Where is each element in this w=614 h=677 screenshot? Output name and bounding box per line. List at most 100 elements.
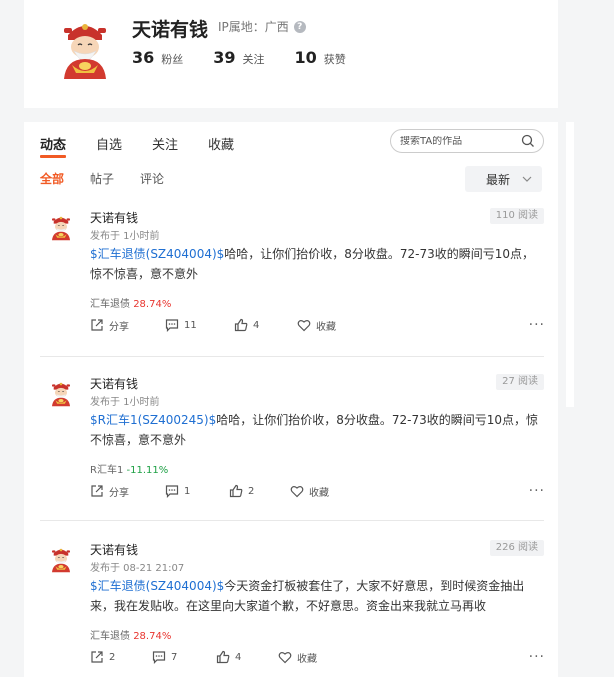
view-count-badge: 110 阅读: [489, 208, 544, 224]
tab-activity[interactable]: 动态: [40, 122, 67, 158]
ip-location-text: IP属地：广西: [218, 20, 289, 34]
post-actions: 分享 1 2 收藏 ···: [90, 482, 545, 500]
subtab-posts[interactable]: 帖子: [90, 170, 114, 187]
stock-tag-name: 汇车退债: [90, 299, 130, 310]
share-label: 分享: [109, 487, 129, 499]
comment-count: 11: [184, 319, 197, 331]
avatar[interactable]: [46, 212, 76, 242]
divider: [40, 520, 544, 521]
favorite-button[interactable]: 收藏: [297, 316, 336, 334]
sub-tabs: 全部 帖子 评论: [40, 170, 190, 187]
like-icon: [234, 318, 248, 332]
like-button[interactable]: 4: [234, 316, 259, 334]
stock-tag-change: 28.74%: [133, 631, 172, 642]
like-icon: [229, 484, 243, 498]
post-content[interactable]: $汇车退债(SZ404004)$哈哈，让你们抬价收，8分收盘。72-73收的瞬间…: [90, 244, 543, 284]
ip-location: IP属地：广西 ?: [218, 18, 306, 35]
favorite-button[interactable]: 收藏: [278, 648, 317, 666]
stock-tag[interactable]: 汇车退债 28.74%: [90, 295, 171, 310]
heart-icon: [290, 486, 304, 498]
profile-card: 天诺有钱 IP属地：广西 ? 36 粉丝 39 关注 10 获赞: [24, 0, 558, 108]
avatar[interactable]: [46, 544, 76, 574]
sort-select[interactable]: 最新: [465, 166, 542, 192]
comment-button[interactable]: 7: [152, 648, 177, 666]
post-item[interactable]: 天诺有钱 发布于 1小时前 110 阅读 $汇车退债(SZ404004)$哈哈，…: [24, 204, 558, 364]
stock-link[interactable]: $汇车退债(SZ404004)$: [90, 579, 224, 593]
comment-count: 1: [184, 485, 191, 497]
like-button[interactable]: 2: [229, 482, 254, 500]
stock-tag-change: 28.74%: [133, 299, 172, 310]
like-count: 2: [248, 485, 255, 497]
comment-button[interactable]: 11: [165, 316, 197, 334]
stock-link[interactable]: $汇车退债(SZ404004)$: [90, 247, 224, 261]
comment-icon: [165, 485, 179, 498]
stat-label: 获赞: [323, 53, 346, 66]
help-icon[interactable]: ?: [293, 20, 306, 33]
avatar[interactable]: [50, 13, 120, 83]
post-item[interactable]: 天诺有钱 发布于 08-21 21:07 226 阅读 $汇车退债(SZ4040…: [24, 536, 558, 677]
avatar[interactable]: [46, 378, 76, 408]
subtab-all[interactable]: 全部: [40, 170, 64, 187]
share-button[interactable]: 分享: [90, 316, 129, 334]
main-tabs: 动态 自选 关注 收藏: [40, 122, 264, 158]
search-input[interactable]: [400, 135, 518, 147]
more-icon[interactable]: ···: [529, 316, 545, 334]
tab-following[interactable]: 关注: [152, 122, 178, 158]
comment-icon: [165, 319, 179, 332]
profile-stats: 36 粉丝 39 关注 10 获赞: [132, 48, 376, 67]
stock-tag-name: 汇车退债: [90, 631, 130, 642]
stat-following[interactable]: 39 关注: [213, 48, 264, 67]
post-content[interactable]: $R汇车1(SZ400245)$哈哈，让你们抬价收，8分收盘。72-73收的瞬间…: [90, 410, 543, 450]
chevron-down-icon: [522, 176, 532, 182]
stock-tag-change: -11.11%: [126, 465, 169, 476]
stock-tag-name: R汇车1: [90, 465, 124, 476]
like-button[interactable]: 4: [216, 648, 241, 666]
favorite-label: 收藏: [309, 487, 329, 499]
post-content[interactable]: $汇车退债(SZ404004)$今天资金打板被套住了，大家不好意思，到时候资金抽…: [90, 576, 543, 616]
stock-link[interactable]: $R汇车1(SZ400245)$: [90, 413, 216, 427]
view-count-badge: 226 阅读: [489, 540, 544, 556]
more-icon[interactable]: ···: [529, 482, 545, 500]
post-actions: 2 7 4 收藏 ···: [90, 648, 545, 666]
stat-likes[interactable]: 10 获赞: [295, 48, 346, 67]
feed-card: 动态 自选 关注 收藏 全部 帖子 评论 最新 天诺有钱 发布于 1小时前 11…: [24, 122, 558, 677]
post-author[interactable]: 天诺有钱: [90, 375, 138, 392]
stat-label: 粉丝: [161, 53, 184, 66]
post-time: 发布于 1小时前: [90, 397, 160, 408]
share-button[interactable]: 分享: [90, 482, 129, 500]
subtab-comments[interactable]: 评论: [140, 170, 164, 187]
divider: [40, 356, 544, 357]
post-item[interactable]: 天诺有钱 发布于 1小时前 27 阅读 $R汇车1(SZ400245)$哈哈，让…: [24, 370, 558, 530]
post-actions: 分享 11 4 收藏 ···: [90, 316, 545, 334]
view-count-badge: 27 阅读: [496, 374, 544, 390]
more-icon[interactable]: ···: [529, 648, 545, 666]
post-author[interactable]: 天诺有钱: [90, 209, 138, 226]
tab-favorites[interactable]: 收藏: [208, 122, 234, 158]
comment-button[interactable]: 1: [165, 482, 190, 500]
stock-tag[interactable]: 汇车退债 28.74%: [90, 627, 171, 642]
like-count: 4: [235, 651, 242, 663]
share-button[interactable]: 2: [90, 648, 115, 666]
stock-tag[interactable]: R汇车1 -11.11%: [90, 461, 168, 476]
heart-icon: [297, 320, 311, 332]
like-icon: [216, 650, 230, 664]
profile-name: 天诺有钱: [132, 19, 209, 41]
search-box: [390, 129, 544, 153]
right-panel-edge: [566, 122, 574, 407]
favorite-label: 收藏: [297, 653, 317, 665]
share-count: 2: [109, 651, 116, 663]
stat-num: 36: [132, 48, 155, 67]
share-label: 分享: [109, 321, 129, 333]
share-icon: [91, 651, 103, 663]
stat-label: 关注: [242, 53, 265, 66]
tab-watchlist[interactable]: 自选: [96, 122, 122, 158]
post-time: 发布于 08-21 21:07: [90, 563, 185, 574]
favorite-button[interactable]: 收藏: [290, 482, 329, 500]
stat-num: 39: [213, 48, 236, 67]
like-count: 4: [253, 319, 260, 331]
post-author[interactable]: 天诺有钱: [90, 541, 138, 558]
stat-num: 10: [294, 48, 317, 67]
comment-icon: [152, 651, 166, 664]
search-icon[interactable]: [521, 134, 535, 148]
stat-fans[interactable]: 36 粉丝: [132, 48, 183, 67]
